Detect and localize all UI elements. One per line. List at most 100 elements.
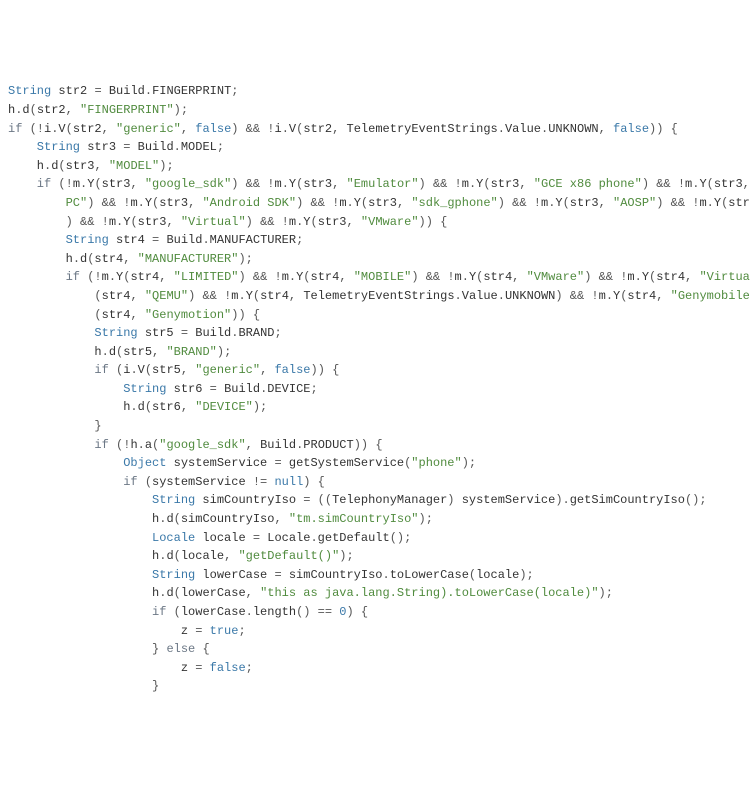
code-token: TelemetryEventStrings — [347, 122, 498, 136]
code-token: Build — [109, 84, 145, 98]
code-token: Locale — [8, 531, 195, 545]
code-token: false — [210, 661, 246, 675]
code-token: str4 — [656, 270, 685, 284]
code-line: } — [8, 417, 742, 436]
code-token: = — [253, 531, 267, 545]
code-token: m — [599, 289, 606, 303]
code-token: m — [455, 270, 462, 284]
code-token: m — [289, 215, 296, 229]
code-token: FINGERPRINT — [152, 84, 231, 98]
code-token: getSimCountryIso — [570, 493, 685, 507]
code-token: "generic" — [116, 122, 181, 136]
code-token: ) { — [303, 475, 325, 489]
code-token: , — [347, 215, 361, 229]
code-token: ( — [483, 177, 490, 191]
code-token: ; — [274, 326, 281, 340]
code-token: ( — [8, 289, 102, 303]
code-token: m — [275, 177, 282, 191]
code-line: if (!i.V(str2, "generic", false) && !i.V… — [8, 120, 742, 139]
code-token: ( — [174, 549, 181, 563]
code-token: . — [130, 363, 137, 377]
code-line: z = false; — [8, 659, 742, 678]
code-token: . — [282, 122, 289, 136]
code-token: d — [166, 512, 173, 526]
code-token: m — [73, 177, 80, 191]
code-token: } — [8, 419, 102, 433]
code-token: h — [130, 438, 137, 452]
code-token: , — [512, 270, 526, 284]
code-token: . — [246, 605, 253, 619]
code-token: str3 — [714, 177, 743, 191]
code-line: } else { — [8, 640, 742, 659]
code-token: . — [289, 270, 296, 284]
code-line: String str3 = Build.MODEL; — [8, 138, 742, 157]
code-token: TelemetryEventStrings — [303, 289, 454, 303]
code-token: , — [246, 586, 260, 600]
code-token: str3 — [80, 140, 123, 154]
code-token: d — [109, 345, 116, 359]
code-token: h — [8, 512, 159, 526]
code-token: ) && ! — [656, 196, 699, 210]
code-token: "generic" — [195, 363, 260, 377]
code-token: Y — [354, 196, 361, 210]
code-token: ( — [8, 308, 102, 322]
code-token: ) — [447, 493, 461, 507]
code-token: String — [8, 233, 109, 247]
code-token: Build — [195, 326, 231, 340]
code-token: Y — [303, 215, 310, 229]
code-token: ); — [159, 159, 173, 173]
code-token: ( — [174, 512, 181, 526]
code-token: } — [8, 642, 166, 656]
code-line: if (systemService != null) { — [8, 473, 742, 492]
code-token: ) && ! — [296, 196, 339, 210]
code-token: ); — [217, 345, 231, 359]
code-token: ); — [174, 103, 188, 117]
code-token: , — [656, 289, 670, 303]
code-token: ; — [238, 624, 245, 638]
code-token: false — [274, 363, 310, 377]
code-line: if (i.V(str5, "generic", false)) { — [8, 361, 742, 380]
code-token: m — [109, 215, 116, 229]
code-token: ( — [174, 586, 181, 600]
code-token: str3 — [102, 177, 131, 191]
code-token: Value — [462, 289, 498, 303]
code-token: "sdk_gphone" — [411, 196, 497, 210]
code-token: m — [462, 177, 469, 191]
code-line: if (!h.a("google_sdk", Build.PRODUCT)) { — [8, 436, 742, 455]
code-token: str3 — [728, 196, 750, 210]
code-token: = — [123, 140, 137, 154]
code-token: , — [166, 215, 180, 229]
code-token: , — [519, 177, 533, 191]
code-token: } — [8, 679, 159, 693]
code-token: ( — [145, 363, 152, 377]
code-line: Object systemService = getSystemService(… — [8, 454, 742, 473]
code-token: Y — [555, 196, 562, 210]
code-token: PRODUCT — [303, 438, 353, 452]
code-token: if — [8, 177, 58, 191]
code-token: "MODEL" — [109, 159, 159, 173]
code-token: str3 — [570, 196, 599, 210]
code-line: z = true; — [8, 622, 742, 641]
code-token: , — [130, 308, 144, 322]
code-token: ( — [94, 177, 101, 191]
code-token: ) && ! — [238, 270, 281, 284]
code-line: h.d(simCountryIso, "tm.simCountryIso"); — [8, 510, 742, 529]
code-token: if — [8, 475, 145, 489]
code-token: d — [138, 400, 145, 414]
code-token: str5 — [138, 326, 181, 340]
code-token: simCountryIso — [289, 568, 383, 582]
code-token: ( — [130, 215, 137, 229]
code-token: , — [66, 103, 80, 117]
code-token: "getDefault()" — [238, 549, 339, 563]
code-token: , — [260, 363, 274, 377]
code-token: a — [145, 438, 152, 452]
code-line: h.d(str6, "DEVICE"); — [8, 398, 742, 417]
code-token: = — [210, 382, 224, 396]
code-token: = — [152, 233, 166, 247]
code-token: null — [274, 475, 303, 489]
code-token: simCountryIso — [195, 493, 303, 507]
code-token: , — [123, 252, 137, 266]
code-line: String str2 = Build.FINGERPRINT; — [8, 82, 742, 101]
code-line: h.d(lowerCase, "this as java.lang.String… — [8, 584, 742, 603]
code-token: lowerCase — [181, 605, 246, 619]
